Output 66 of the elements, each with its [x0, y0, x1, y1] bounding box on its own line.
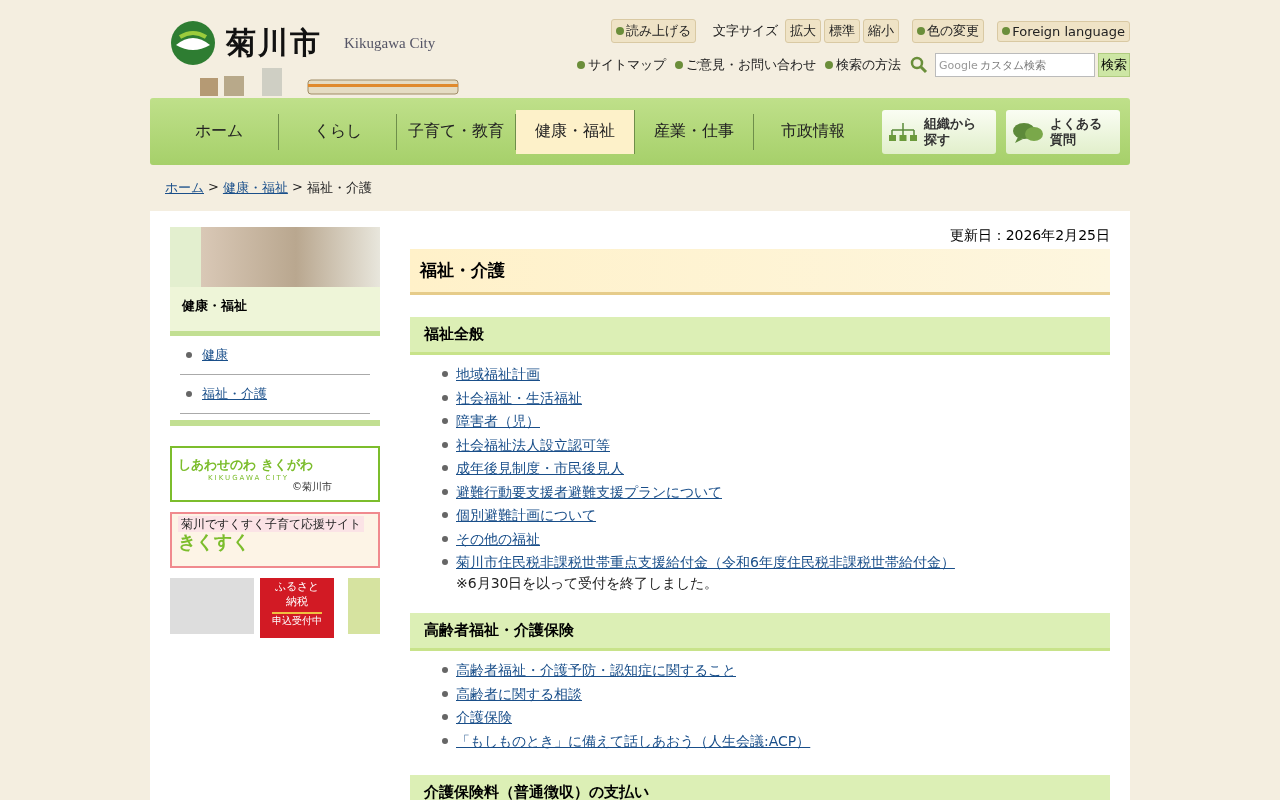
bullet-icon	[442, 465, 448, 471]
city-name-english: Kikugawa City	[344, 34, 436, 52]
font-size-button[interactable]: 標準	[824, 19, 861, 43]
content-link[interactable]: 高齢者に関する相談	[456, 685, 582, 702]
header-link[interactable]: ご意見・お問い合わせ	[675, 56, 816, 74]
bullet-icon	[442, 394, 448, 401]
bullet-icon	[442, 667, 448, 674]
bullet-icon	[442, 418, 448, 424]
nav-tab[interactable]: 市政情報	[753, 109, 873, 154]
bullet-icon	[442, 535, 448, 542]
header-tool-button[interactable]: 色の変更	[912, 19, 985, 43]
sidebar-link[interactable]: 健康	[202, 346, 228, 364]
content-link[interactable]: 高齢者福祉・介護予防・認知症に関すること	[456, 662, 736, 679]
section-heading: 介護保険料（普通徴収）の支払い	[410, 775, 1110, 800]
font-size-button[interactable]: 拡大	[785, 19, 822, 43]
banner-link[interactable]: 菊川ですくすく子育て応援サイト きくすく	[170, 512, 380, 568]
breadcrumb-separator: >	[291, 179, 303, 196]
bullet-icon	[442, 441, 448, 448]
city-logo-text: 菊川市	[226, 23, 322, 62]
content-link[interactable]: 菊川市住民税非課税世帯重点支援給付金（令和6年度住民税非課税世帯給付金）	[456, 554, 955, 570]
content-link[interactable]: 成年後見制度・市民後見人	[456, 460, 624, 476]
sidebar-link[interactable]: 福祉・介護	[202, 385, 267, 403]
bullet-icon	[442, 512, 448, 518]
bullet-icon	[186, 391, 192, 397]
content-link[interactable]: 障害者（児）	[456, 413, 540, 429]
font-size-button[interactable]: 縮小	[863, 19, 900, 43]
nav-tab[interactable]: くらし	[278, 113, 398, 150]
nav-button[interactable]: 組織から 探す	[882, 109, 997, 154]
nav-tab[interactable]: 産業・仕事	[634, 113, 754, 150]
breadcrumb-separator: >	[208, 179, 219, 196]
nav-tab[interactable]: ホーム	[160, 113, 279, 150]
font-size-label: 文字サイズ	[713, 22, 779, 40]
note-text: ※6月30日を以って受付を終了しました。	[456, 574, 720, 592]
bullet-icon	[442, 559, 448, 565]
section-heading: 高齢者福祉・介護保険	[410, 613, 1110, 652]
updated-date: 更新日：2026年2月25日	[948, 227, 1110, 245]
content-link[interactable]: 個別避難計画について	[456, 507, 596, 523]
bullet-icon	[442, 714, 448, 721]
breadcrumb-link[interactable]: ホーム	[165, 179, 204, 197]
bullet-icon	[442, 371, 448, 377]
nav-tab[interactable]: 健康・福祉	[516, 109, 635, 154]
breadcrumb-current: 福祉・介護	[306, 179, 372, 197]
sidebar-title: 健康・福祉	[170, 287, 380, 336]
header-tool-button[interactable]: 読み上げる	[611, 19, 697, 43]
nav-button[interactable]: よくある 質問	[1006, 109, 1120, 154]
content-link[interactable]: 社会福祉・生活福祉	[456, 389, 582, 406]
bullet-icon	[442, 737, 448, 744]
content-link[interactable]: 「もしものとき」に備えて話しあおう（人生会議:ACP）	[456, 732, 811, 749]
content-link[interactable]: 避難行動要支援者避難支援プランについて	[456, 483, 722, 500]
header-tool-button[interactable]: Foreign language	[997, 20, 1130, 42]
breadcrumb-link[interactable]: 健康・福祉	[222, 179, 288, 197]
org-chart-icon	[888, 120, 919, 143]
search-icon	[910, 56, 928, 74]
content-link[interactable]: 介護保険	[456, 709, 512, 726]
header-link[interactable]: サイトマップ	[577, 56, 666, 74]
bullet-icon	[442, 488, 448, 495]
page-title: 福祉・介護	[410, 249, 1110, 295]
content-link[interactable]: 地域福祉計画	[456, 366, 540, 382]
header-link[interactable]: 検索の方法	[825, 56, 901, 74]
search-button[interactable]: 検索	[1098, 53, 1130, 77]
content-link[interactable]: 社会福祉法人設立認可等	[456, 436, 610, 453]
bullet-icon	[442, 690, 448, 697]
bullet-icon	[186, 352, 192, 358]
search-brand-label: Google	[938, 58, 978, 72]
content-link[interactable]: その他の福祉	[456, 530, 540, 547]
section-heading: 福祉全般	[410, 317, 1110, 355]
